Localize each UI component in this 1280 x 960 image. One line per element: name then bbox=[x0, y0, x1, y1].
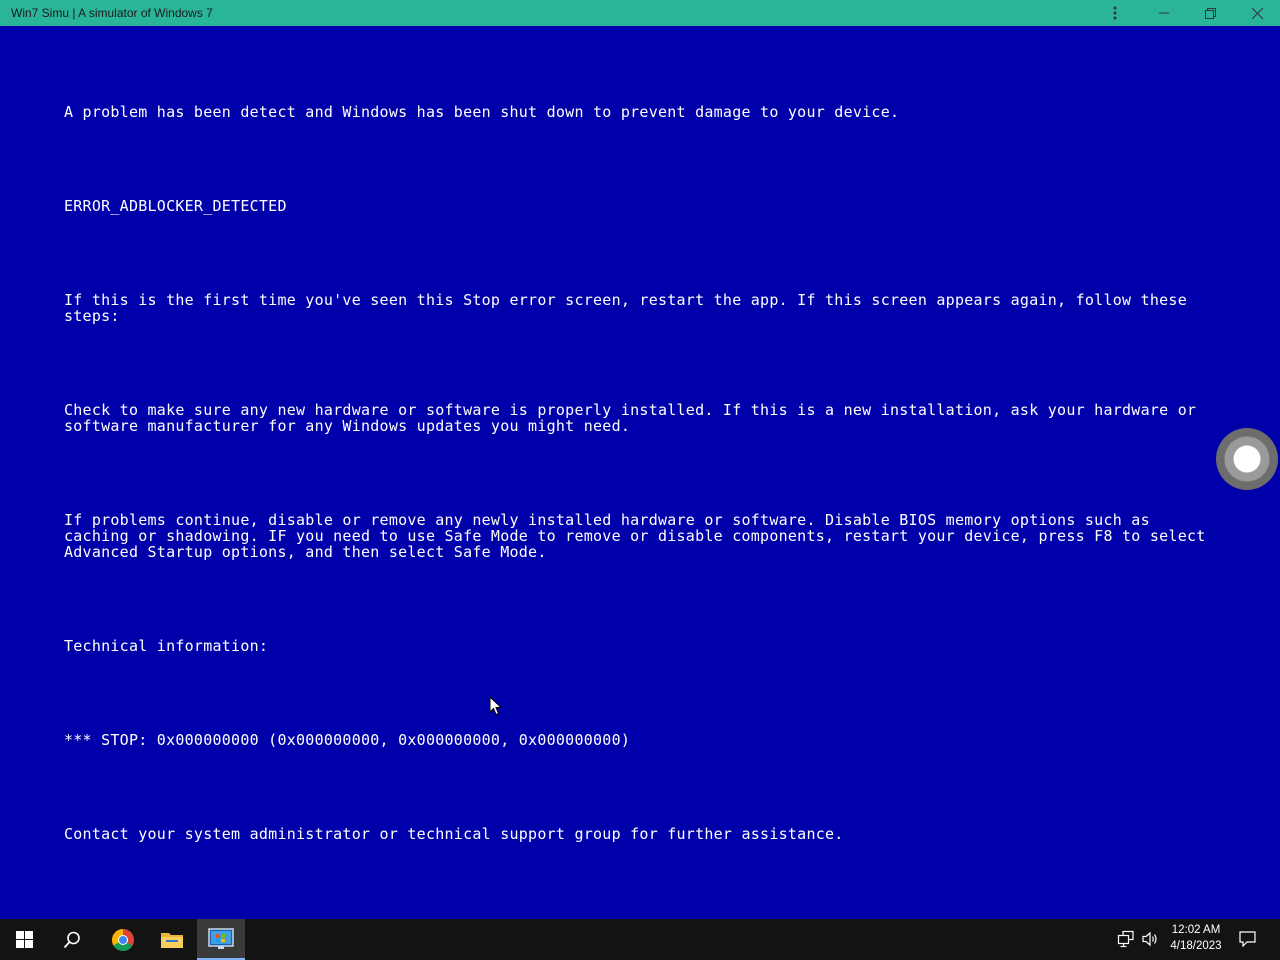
bsod-intro-text: A problem has been detect and Windows ha… bbox=[64, 103, 900, 121]
network-icon[interactable] bbox=[1117, 930, 1135, 948]
bsod-stop-code: *** STOP: 0x000000000 (0x000000000, 0x00… bbox=[64, 731, 631, 749]
app-title: Win7 Simu | A simulator of Windows 7 bbox=[11, 6, 213, 20]
chrome-icon bbox=[112, 928, 134, 951]
volume-icon[interactable] bbox=[1142, 930, 1160, 948]
bsod-problems-continue-text: If problems continue, disable or remove … bbox=[64, 511, 1215, 561]
search-button[interactable] bbox=[48, 919, 96, 960]
vertical-dots-icon bbox=[1113, 6, 1117, 20]
win7-simu-app-icon bbox=[208, 927, 234, 949]
taskbar-chrome[interactable] bbox=[99, 919, 147, 960]
more-options-button[interactable] bbox=[1092, 0, 1138, 26]
search-icon bbox=[63, 931, 80, 948]
close-icon bbox=[1251, 7, 1263, 19]
minimize-button[interactable] bbox=[1141, 0, 1187, 26]
taskbar-file-explorer[interactable] bbox=[148, 919, 196, 960]
clock-time: 12:02 AM bbox=[1171, 924, 1221, 936]
start-button[interactable] bbox=[0, 919, 48, 960]
taskbar-clock[interactable]: 12:02 AM 4/18/2023 bbox=[1164, 922, 1228, 954]
restore-icon bbox=[1204, 7, 1216, 19]
floating-assist-button[interactable] bbox=[1216, 428, 1280, 492]
close-button[interactable] bbox=[1234, 0, 1280, 26]
action-center-icon[interactable] bbox=[1239, 931, 1256, 947]
windows-start-icon bbox=[15, 931, 33, 948]
file-explorer-icon bbox=[161, 932, 183, 948]
bsod-technical-info-heading: Technical information: bbox=[64, 637, 269, 655]
taskbar-win7-simu[interactable] bbox=[197, 919, 245, 960]
minimize-icon bbox=[1159, 12, 1169, 14]
bsod-check-hardware-text: Check to make sure any new hardware or s… bbox=[64, 401, 1206, 435]
app-title-bar[interactable]: Win7 Simu | A simulator of Windows 7 bbox=[0, 0, 1280, 26]
restore-button[interactable] bbox=[1187, 0, 1233, 26]
bsod-contact-text: Contact your system administrator or tec… bbox=[64, 825, 844, 843]
bsod-error-code: ERROR_ADBLOCKER_DETECTED bbox=[64, 197, 287, 215]
assist-circle-icon bbox=[1216, 428, 1278, 490]
taskbar: 12:02 AM 4/18/2023 bbox=[0, 919, 1280, 960]
mouse-cursor-icon bbox=[489, 696, 502, 716]
blue-screen-error: A problem has been detect and Windows ha… bbox=[0, 26, 1280, 919]
clock-date: 4/18/2023 bbox=[1170, 940, 1222, 952]
bsod-first-time-text: If this is the first time you've seen th… bbox=[64, 291, 1197, 325]
